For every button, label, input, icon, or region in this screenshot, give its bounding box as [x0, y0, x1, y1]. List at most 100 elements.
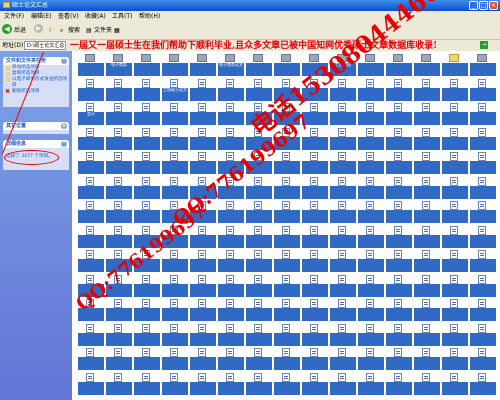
file-item[interactable] [190, 103, 216, 126]
file-item[interactable] [190, 54, 216, 77]
file-item[interactable] [218, 250, 244, 273]
file-item[interactable] [470, 54, 496, 77]
file-item[interactable] [442, 372, 468, 396]
file-item[interactable]: 电子商务 [106, 54, 132, 77]
file-item[interactable] [330, 323, 356, 347]
file-item[interactable] [414, 127, 440, 151]
file-item[interactable] [414, 54, 440, 77]
file-item[interactable] [190, 250, 216, 273]
file-item[interactable] [442, 127, 468, 151]
file-item[interactable] [106, 348, 132, 371]
menu-favorites[interactable]: 收藏(A) [85, 12, 106, 21]
file-item[interactable] [106, 127, 132, 151]
file-item[interactable] [246, 274, 272, 298]
file-item[interactable] [162, 299, 188, 322]
file-item[interactable] [162, 54, 188, 77]
file-item[interactable] [78, 250, 104, 273]
file-item[interactable] [358, 274, 384, 298]
file-item[interactable] [414, 152, 440, 175]
file-item[interactable] [386, 103, 412, 126]
file-item[interactable] [274, 250, 300, 273]
file-item[interactable] [442, 201, 468, 224]
file-item[interactable] [330, 372, 356, 396]
file-item[interactable] [470, 372, 496, 396]
file-item[interactable] [330, 274, 356, 298]
file-item[interactable] [302, 323, 328, 347]
file-item[interactable] [190, 348, 216, 371]
file-item[interactable] [358, 225, 384, 249]
file-item[interactable] [134, 103, 160, 126]
file-item[interactable] [358, 176, 384, 200]
file-item[interactable] [246, 372, 272, 396]
file-item[interactable] [274, 323, 300, 347]
file-item[interactable] [470, 250, 496, 273]
file-item[interactable] [106, 176, 132, 200]
file-item[interactable] [442, 176, 468, 200]
file-item[interactable] [470, 78, 496, 102]
file-item[interactable] [442, 54, 468, 77]
file-item[interactable] [134, 201, 160, 224]
file-item[interactable] [386, 323, 412, 347]
file-item[interactable] [414, 103, 440, 126]
go-icon[interactable]: → [480, 41, 488, 49]
file-item[interactable] [246, 176, 272, 200]
file-item[interactable] [134, 54, 160, 77]
file-item[interactable] [134, 78, 160, 102]
file-item[interactable] [470, 176, 496, 200]
file-item[interactable]: 会计 [78, 103, 104, 126]
back-arrow-icon[interactable]: ◀ [2, 24, 12, 34]
file-item[interactable] [358, 201, 384, 224]
file-item[interactable] [106, 299, 132, 322]
file-item[interactable] [386, 225, 412, 249]
file-item[interactable] [386, 250, 412, 273]
file-item[interactable] [246, 323, 272, 347]
file-item[interactable] [470, 201, 496, 224]
file-item[interactable] [246, 225, 272, 249]
file-item[interactable] [302, 152, 328, 175]
file-item[interactable] [190, 323, 216, 347]
file-item[interactable] [218, 323, 244, 347]
folders-button[interactable]: 文件夹 [94, 24, 112, 37]
file-item[interactable] [218, 372, 244, 396]
file-item[interactable] [274, 372, 300, 396]
file-item[interactable] [330, 201, 356, 224]
file-item[interactable] [78, 176, 104, 200]
file-item[interactable] [414, 78, 440, 102]
file-item[interactable] [106, 225, 132, 249]
file-item[interactable] [78, 127, 104, 151]
file-item[interactable] [302, 348, 328, 371]
file-item[interactable] [134, 323, 160, 347]
file-item[interactable] [190, 274, 216, 298]
file-item[interactable] [162, 176, 188, 200]
menu-help[interactable]: 帮助(H) [139, 12, 160, 21]
file-item[interactable] [274, 176, 300, 200]
file-item[interactable] [442, 299, 468, 322]
file-item[interactable] [274, 225, 300, 249]
chevron-up-icon[interactable]: ^ [61, 141, 67, 147]
file-item[interactable] [134, 348, 160, 371]
file-item[interactable] [414, 250, 440, 273]
file-item[interactable] [78, 152, 104, 175]
file-item[interactable] [330, 152, 356, 175]
file-item[interactable] [414, 323, 440, 347]
file-item[interactable] [78, 225, 104, 249]
file-item[interactable] [386, 54, 412, 77]
file-item[interactable] [190, 152, 216, 175]
file-item[interactable] [302, 250, 328, 273]
file-item[interactable] [134, 274, 160, 298]
file-item[interactable] [470, 103, 496, 126]
file-item[interactable] [470, 225, 496, 249]
file-item[interactable] [134, 299, 160, 322]
address-field[interactable]: D:\硕士论文汇总 [24, 41, 66, 50]
file-item[interactable] [386, 201, 412, 224]
file-item[interactable] [274, 201, 300, 224]
file-item[interactable] [470, 348, 496, 371]
chevron-down-icon[interactable]: v [61, 123, 67, 129]
forward-arrow-icon[interactable]: ▶ [34, 24, 43, 33]
menu-tools[interactable]: 工具(T) [112, 12, 132, 21]
menu-file[interactable]: 文件(F) [4, 12, 24, 21]
file-item[interactable] [442, 274, 468, 298]
file-item[interactable] [442, 225, 468, 249]
file-item[interactable] [78, 348, 104, 371]
file-item[interactable] [442, 250, 468, 273]
